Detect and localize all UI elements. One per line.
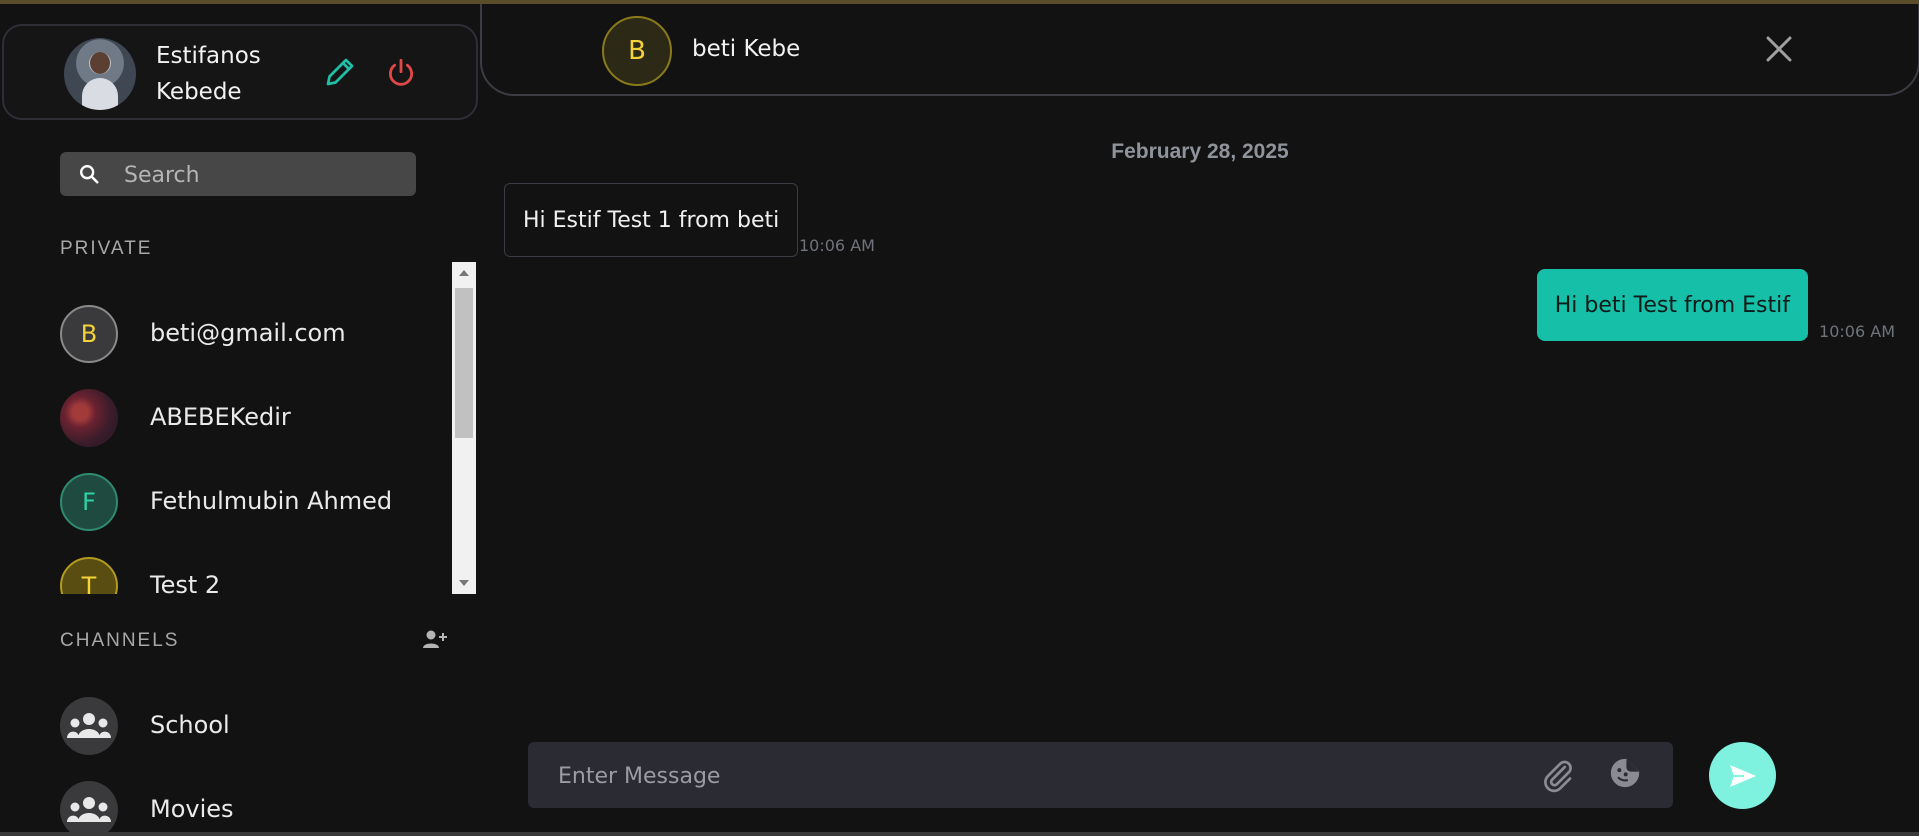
profile-name: Estifanos Kebede: [156, 38, 286, 110]
sidebar: Estifanos Kebede PRIVATE: [0, 4, 478, 832]
avatar-head: [90, 52, 110, 74]
contacts-scrollbar[interactable]: [452, 262, 476, 594]
contact-avatar: F: [60, 473, 118, 531]
contact-name: Fethulmubin Ahmed: [150, 487, 393, 515]
profile-card: Estifanos Kebede: [2, 24, 478, 120]
contact-item[interactable]: B beti@gmail.com: [60, 305, 360, 365]
chat-contact-name: beti Kebe: [692, 36, 801, 62]
scrollbar-thumb[interactable]: [455, 288, 473, 438]
chat-header: B beti Kebe: [480, 4, 1919, 96]
channel-name: Movies: [150, 795, 234, 823]
scroll-up-icon[interactable]: [459, 270, 469, 276]
profile-first-name: Estifanos: [156, 43, 261, 69]
channel-avatar: [60, 781, 118, 832]
contact-avatar: T: [60, 557, 118, 594]
outgoing-message: Hi beti Test from Estif: [1536, 269, 1808, 341]
edit-profile-button[interactable]: [322, 54, 358, 90]
contact-item[interactable]: F Fethulmubin Ahmed: [60, 473, 392, 533]
avatar[interactable]: [64, 38, 136, 110]
sticker-button[interactable]: [1608, 756, 1642, 790]
message-input[interactable]: [556, 756, 1460, 796]
channel-name: School: [150, 711, 230, 739]
contact-item[interactable]: T Test 2: [60, 557, 360, 594]
contact-item[interactable]: ABEBEKedir: [60, 389, 360, 449]
group-icon: [67, 797, 111, 822]
message-time: 10:06 AM: [799, 236, 875, 255]
close-chat-button[interactable]: [1764, 34, 1794, 64]
scroll-down-icon[interactable]: [459, 580, 469, 586]
channel-avatar: [60, 697, 118, 755]
chat-contact-avatar[interactable]: B: [602, 16, 672, 86]
power-icon: [388, 58, 414, 86]
search-input[interactable]: [122, 156, 406, 194]
contact-name: ABEBEKedir: [150, 403, 291, 431]
sticker-icon: [1610, 758, 1640, 788]
contact-name: beti@gmail.com: [150, 319, 346, 347]
paperclip-icon: [1544, 760, 1572, 793]
channels-section-title: CHANNELS: [60, 630, 180, 651]
channel-item[interactable]: School: [60, 697, 360, 757]
channel-item[interactable]: Movies: [60, 781, 360, 832]
private-contacts-list: B beti@gmail.com ABEBEKedir F Fethulmubi…: [0, 262, 478, 594]
message-composer: [528, 742, 1673, 808]
contact-avatar: B: [60, 305, 118, 363]
group-icon: [67, 713, 111, 738]
date-separator: February 28, 2025: [1111, 140, 1289, 163]
avatar-body: [82, 78, 118, 110]
message-time: 10:06 AM: [1819, 322, 1895, 341]
private-section-title: PRIVATE: [60, 238, 153, 259]
contact-avatar: [60, 389, 118, 447]
add-channel-button[interactable]: [422, 628, 448, 650]
pencil-icon: [326, 58, 354, 86]
profile-last-name: Kebede: [156, 79, 242, 105]
add-user-icon: [423, 630, 447, 648]
logout-button[interactable]: [384, 56, 418, 90]
incoming-message: Hi Estif Test 1 from beti: [504, 183, 799, 257]
send-button[interactable]: [1709, 742, 1776, 809]
send-icon: [1729, 764, 1756, 787]
search-bar: [60, 152, 416, 196]
search-icon: [80, 165, 99, 184]
app-window: Estifanos Kebede PRIVATE: [0, 0, 1919, 836]
contact-name: Test 2: [150, 571, 221, 594]
close-icon: [1766, 36, 1792, 62]
attach-button[interactable]: [1540, 758, 1576, 794]
